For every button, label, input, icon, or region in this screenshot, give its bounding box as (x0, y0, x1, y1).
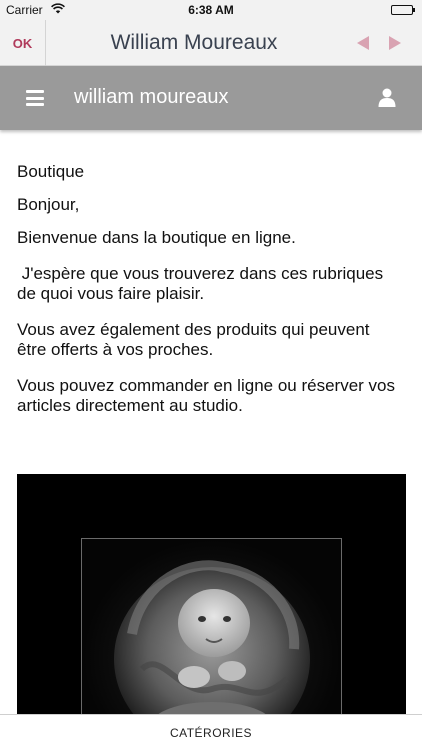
greeting-text: Bonjour, (17, 195, 80, 214)
baby-photo-illustration (114, 560, 310, 714)
photo-frame (81, 538, 342, 714)
ok-button[interactable]: OK (0, 20, 46, 66)
arrow-left-icon[interactable] (356, 35, 370, 56)
status-time: 6:38 AM (188, 3, 234, 17)
paragraph-welcome: Bienvenue dans la boutique en ligne. (17, 228, 296, 247)
boutique-heading: Boutique (17, 162, 85, 181)
navigation-bar: OK William Moureaux (0, 20, 422, 66)
boutique-photo (17, 474, 406, 714)
status-bar: Carrier 6:38 AM (0, 0, 422, 20)
categories-button[interactable]: CATÉRORIES (0, 714, 422, 750)
main-content: Boutique Bonjour, Bienvenue dans la bout… (17, 162, 397, 432)
paragraph-gifts: Vous avez également des produits qui peu… (17, 320, 370, 359)
battery-icon (391, 5, 415, 15)
page-title: William Moureaux (110, 31, 278, 54)
arrow-right-icon[interactable] (388, 35, 402, 56)
hamburger-menu-icon[interactable] (26, 90, 44, 106)
header-title: william moureaux (74, 86, 229, 108)
paragraph-order: Vous pouvez commander en ligne ou réserv… (17, 376, 395, 415)
user-icon[interactable] (378, 88, 396, 112)
paragraph-hope: J'espère que vous trouverez dans ces rub… (17, 264, 388, 303)
app-header: william moureaux (0, 66, 422, 130)
